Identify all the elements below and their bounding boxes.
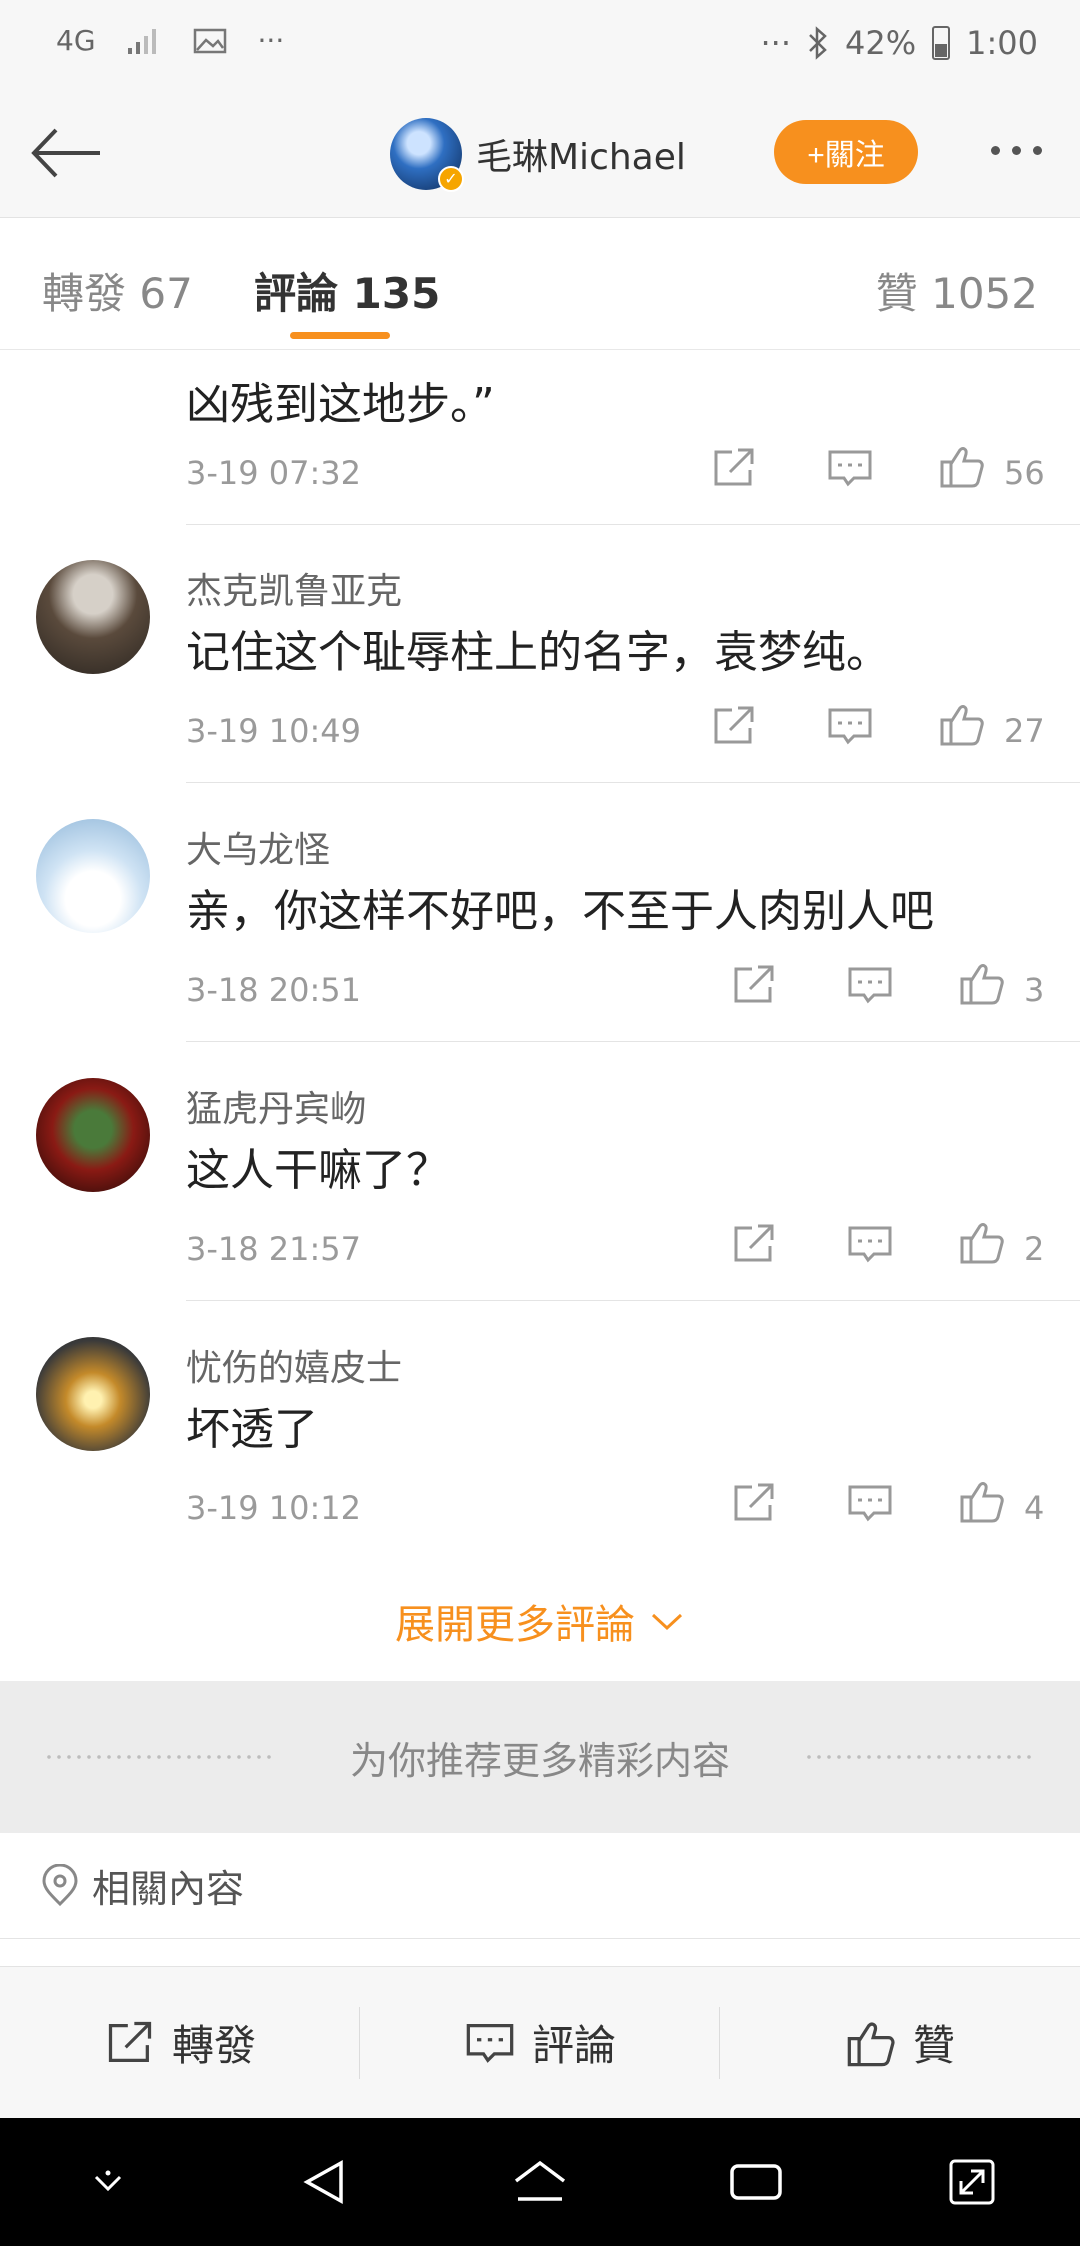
like-count: 3 bbox=[1024, 971, 1045, 1009]
nav-recents-button[interactable] bbox=[721, 2152, 791, 2212]
comment-action-label: 評論 bbox=[531, 2021, 616, 2070]
more-dot-icon bbox=[990, 145, 1000, 155]
like-icon[interactable] bbox=[958, 1220, 1006, 1264]
battery-percent: 42% bbox=[845, 24, 917, 62]
chevron-down-icon bbox=[651, 1613, 683, 1631]
comment-icon[interactable] bbox=[846, 1481, 894, 1525]
comment-icon[interactable] bbox=[826, 704, 874, 748]
comment-text: 凶残到这地步。” bbox=[186, 379, 495, 430]
nav-expand-button[interactable] bbox=[937, 2152, 1007, 2212]
comment-icon[interactable] bbox=[826, 446, 874, 490]
like-count: 56 bbox=[1004, 454, 1045, 492]
comment-time: 3-18 20:51 bbox=[186, 971, 362, 1009]
comment-icon[interactable] bbox=[846, 1222, 894, 1266]
tab-comments[interactable]: 評論 135 bbox=[254, 260, 440, 321]
repost-icon[interactable] bbox=[710, 704, 758, 748]
status-bar: 4G ··· ··· 42% 1:00 bbox=[0, 0, 1080, 92]
location-pin-icon bbox=[42, 1863, 78, 1906]
repost-icon bbox=[108, 2021, 152, 2062]
comment-time: 3-18 21:57 bbox=[186, 1230, 362, 1268]
commenter-name[interactable]: 大乌龙怪 bbox=[186, 821, 330, 873]
bottom-action-bar: 轉發 評論 贊 bbox=[0, 1966, 1080, 2118]
comment-text: 记住这个耻辱柱上的名字，袁梦纯。 bbox=[186, 627, 890, 678]
comment-divider bbox=[186, 524, 1080, 525]
system-navigation-bar bbox=[0, 2118, 1080, 2246]
triangle-back-icon bbox=[303, 2160, 343, 2204]
commenter-avatar[interactable] bbox=[36, 1337, 150, 1451]
follow-button[interactable]: +關注 bbox=[774, 120, 918, 184]
like-count: 27 bbox=[1004, 712, 1045, 750]
comment-time: 3-19 07:32 bbox=[186, 454, 362, 492]
tab-bar: 轉發 67 評論 135 贊 1052 bbox=[0, 218, 1080, 350]
expand-more-comments-button[interactable]: 展開更多評論 bbox=[0, 1561, 1080, 1681]
related-label: 相關內容 bbox=[92, 1867, 245, 1911]
verified-badge-icon: ✓ bbox=[438, 166, 464, 192]
dotted-line bbox=[804, 1755, 1036, 1759]
back-arrow-icon bbox=[31, 128, 100, 178]
repost-icon[interactable] bbox=[730, 1481, 778, 1525]
tab-likes[interactable]: 贊 1052 bbox=[876, 260, 1038, 321]
like-icon[interactable] bbox=[958, 961, 1006, 1005]
nav-back-button[interactable] bbox=[289, 2152, 359, 2212]
commenter-avatar[interactable] bbox=[36, 819, 150, 933]
dotted-line bbox=[44, 1755, 276, 1759]
comment-action-button[interactable]: 評論 bbox=[360, 1967, 720, 2118]
comment-text: 亲，你这样不好吧，不至于人肉别人吧 bbox=[186, 886, 934, 937]
related-content-header[interactable]: 相關內容 bbox=[0, 1833, 1080, 1939]
home-icon bbox=[514, 2160, 566, 2201]
like-icon[interactable] bbox=[938, 444, 986, 488]
like-icon[interactable] bbox=[958, 1479, 1006, 1523]
more-dot-icon bbox=[1011, 145, 1021, 155]
expand-label: 展開更多評論 bbox=[395, 1602, 635, 1648]
comment-text: 坏透了 bbox=[186, 1404, 318, 1455]
status-dots: ··· bbox=[760, 24, 792, 62]
more-options-button[interactable] bbox=[976, 130, 1056, 170]
commenter-name[interactable]: 猛虎丹宾岉 bbox=[186, 1080, 366, 1132]
like-action-button[interactable]: 贊 bbox=[720, 1967, 1080, 2118]
repost-icon[interactable] bbox=[730, 1222, 778, 1266]
hide-keyboard-button[interactable] bbox=[73, 2152, 143, 2212]
like-icon[interactable] bbox=[938, 702, 986, 746]
comment-text: 这人干嘛了？ bbox=[186, 1145, 450, 1196]
like-count: 2 bbox=[1024, 1230, 1045, 1268]
commenter-avatar[interactable] bbox=[36, 560, 150, 674]
recommend-label: 为你推荐更多精彩内容 bbox=[349, 1738, 730, 1783]
author-name[interactable]: 毛琳Michael bbox=[476, 128, 686, 180]
recents-icon bbox=[730, 2164, 782, 2200]
comment-icon[interactable] bbox=[846, 963, 894, 1007]
comment-divider bbox=[186, 1300, 1080, 1301]
notification-more: ··· bbox=[257, 24, 285, 57]
repost-action-button[interactable]: 轉發 bbox=[0, 1967, 360, 2118]
back-button[interactable] bbox=[26, 118, 106, 188]
top-nav-bar: ✓ 毛琳Michael +關注 bbox=[0, 92, 1080, 218]
battery-icon bbox=[932, 26, 951, 60]
like-count: 4 bbox=[1024, 1489, 1045, 1527]
signal-icon bbox=[127, 28, 156, 54]
comment-icon bbox=[466, 2023, 514, 2063]
repost-icon[interactable] bbox=[710, 446, 758, 490]
image-icon bbox=[193, 28, 226, 53]
comment-time: 3-19 10:12 bbox=[186, 1489, 362, 1527]
recommend-divider: 为你推荐更多精彩内容 bbox=[0, 1681, 1080, 1833]
commenter-name[interactable]: 忧伤的嬉皮士 bbox=[186, 1339, 402, 1391]
chevron-down-icon bbox=[94, 2170, 122, 2192]
like-action-label: 贊 bbox=[912, 2021, 955, 2070]
expand-icon bbox=[949, 2159, 995, 2205]
repost-icon[interactable] bbox=[730, 963, 778, 1007]
comment-divider bbox=[186, 782, 1080, 783]
commenter-avatar[interactable] bbox=[36, 1078, 150, 1192]
active-tab-indicator bbox=[290, 332, 390, 339]
more-dot-icon bbox=[1032, 145, 1042, 155]
comment-divider bbox=[186, 1041, 1080, 1042]
like-icon bbox=[847, 2022, 895, 2066]
tab-reposts[interactable]: 轉發 67 bbox=[42, 260, 193, 321]
repost-action-label: 轉發 bbox=[171, 2021, 256, 2070]
network-indicator: 4G bbox=[56, 24, 96, 57]
comment-time: 3-19 10:49 bbox=[186, 712, 362, 750]
bluetooth-icon bbox=[809, 26, 827, 60]
nav-home-button[interactable] bbox=[505, 2152, 575, 2212]
clock: 1:00 bbox=[966, 24, 1038, 62]
commenter-name[interactable]: 杰克凯鲁亚克 bbox=[186, 562, 402, 614]
